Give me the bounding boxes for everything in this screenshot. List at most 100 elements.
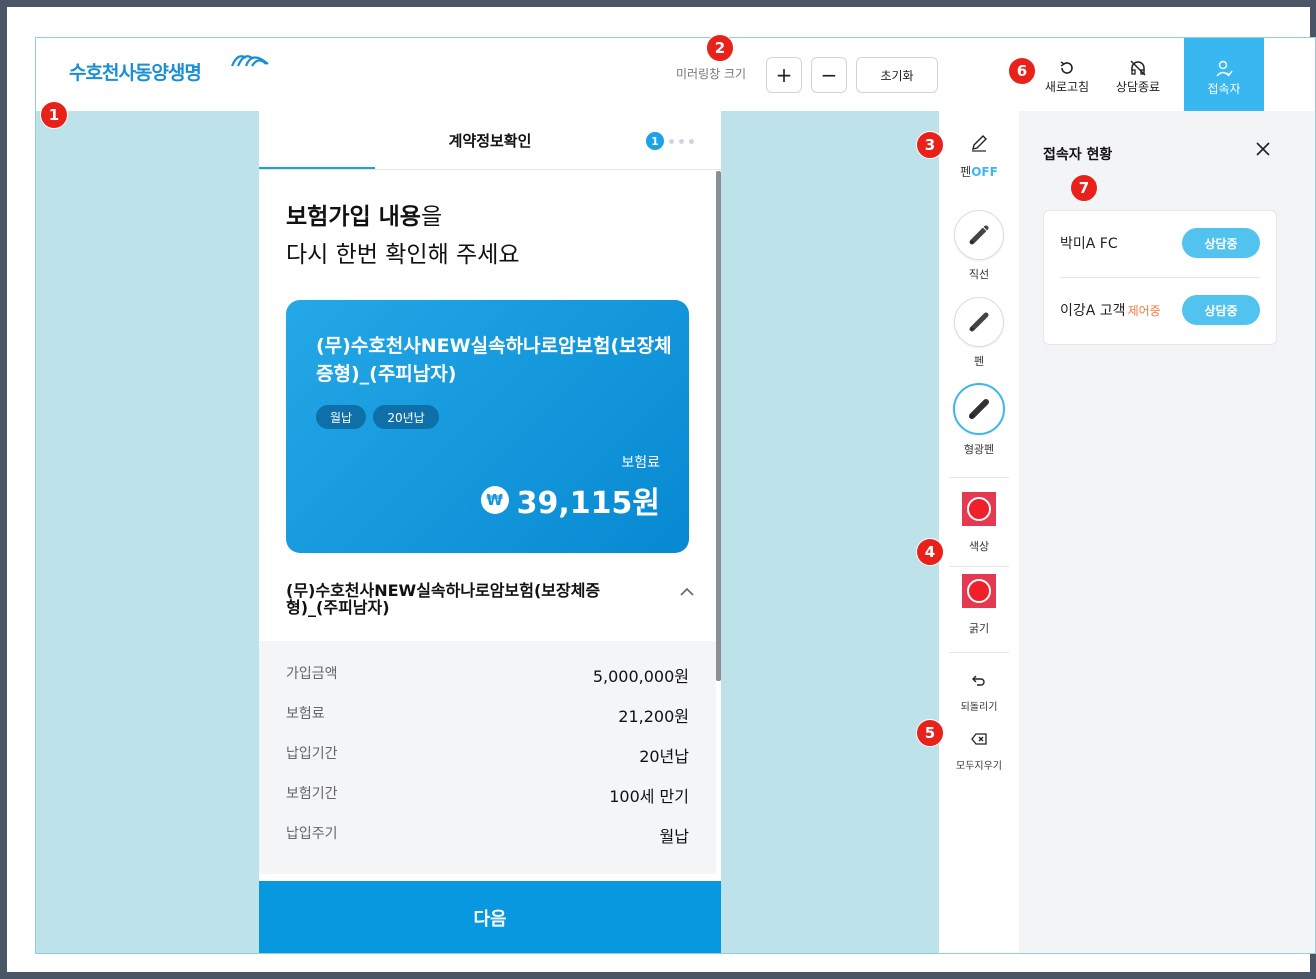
pen-toggle-prefix: 펜 [960, 165, 972, 179]
line-tool-button[interactable]: 직선 [939, 210, 1019, 282]
toolbar-divider [949, 652, 1009, 653]
clear-all-label: 모두지우기 [956, 761, 1002, 772]
participant-status-badge: 상담중 [1182, 228, 1260, 258]
card-premium-amount: 39,115원 [516, 486, 660, 521]
pen-tool-button[interactable]: 펜 [939, 297, 1019, 369]
phone-scrollbar[interactable] [716, 171, 721, 681]
annotation-badge: 5 [916, 719, 944, 747]
step-dot [669, 138, 674, 144]
step-dot [679, 138, 684, 144]
drawing-toolbar: 펜OFF 직선 펜 형광펜 색상 굵기 되돌리기 모두지우기 [939, 111, 1019, 953]
tab-underline [259, 167, 375, 169]
pencil-icon [939, 133, 1019, 157]
highlighter-icon [953, 383, 1005, 435]
participant-row: 이강A 고객 제어중 상담중 [1060, 295, 1260, 325]
detail-value: 21,200원 [618, 707, 689, 726]
annotation-badge: 2 [706, 34, 734, 62]
participant-name-text: 박미A FC [1060, 236, 1118, 252]
pen-icon [954, 297, 1004, 347]
toolbar-divider [949, 566, 1009, 567]
list-divider [1060, 277, 1260, 278]
detail-label: 납입주기 [286, 826, 338, 842]
clear-all-button[interactable]: 모두지우기 [939, 733, 1019, 772]
annotation-badge: 3 [916, 131, 944, 159]
detail-value: 월납 [659, 827, 689, 846]
participant-status-badge: 상담중 [1182, 295, 1260, 325]
mirroring-canvas: 수호천사동양생명 미러링창 크기 + − 초기화 새로고침 상담종료 접속자 계… [35, 37, 1316, 954]
detail-row: 보험료 21,200원 [286, 703, 689, 727]
participant-name-text: 이강A 고객 [1060, 303, 1126, 319]
thickness-dot [967, 579, 991, 603]
pen-toggle-state: OFF [971, 165, 998, 179]
color-dot [967, 497, 991, 521]
participants-label: 접속자 [1207, 82, 1241, 96]
participant-name: 박미A FC [1060, 233, 1120, 253]
thickness-swatch [962, 574, 996, 608]
headset-off-icon [1106, 58, 1170, 78]
color-picker-button[interactable]: 색상 [939, 492, 1019, 554]
panel-title: 접속자 현황 [1043, 147, 1113, 163]
line-tool-label: 직선 [968, 268, 990, 281]
annotation-badge: 1 [40, 101, 68, 129]
thickness-label: 굵기 [968, 622, 990, 635]
mirrored-phone-screen: 계약정보확인 1 보험가입 내용을 다시 한번 확인해 주세요 (무)수호천사N… [259, 111, 721, 953]
participants-button[interactable]: 접속자 [1184, 38, 1264, 111]
participant-name: 이강A 고객 제어중 [1060, 300, 1161, 320]
heading-suffix: 을 [420, 204, 443, 230]
detail-label: 가입금액 [286, 666, 338, 682]
step-current: 1 [646, 132, 664, 150]
toolbar-divider [949, 477, 1009, 478]
color-label: 색상 [968, 540, 990, 553]
undo-button[interactable]: 되돌리기 [939, 674, 1019, 713]
detail-row: 납입주기 월납 [286, 823, 689, 847]
participants-icon [1184, 38, 1264, 80]
detail-label: 보험기간 [286, 786, 338, 802]
card-premium-label: 보험료 [621, 455, 660, 471]
product-card: (무)수호천사NEW실속하나로암보험(보장체증형)_(주피남자) 월납 20년납… [286, 300, 689, 553]
top-bar: 수호천사동양생명 미러링창 크기 + − 초기화 새로고침 상담종료 접속자 [36, 38, 1315, 111]
close-icon[interactable] [1255, 141, 1271, 157]
pen-tool-label: 펜 [973, 355, 985, 368]
erase-icon [939, 733, 1019, 749]
detail-label: 납입기간 [286, 746, 338, 762]
end-consult-label: 상담종료 [1115, 80, 1161, 94]
product-name: (무)수호천사NEW실속하나로암보험(보장체증형)_(주피남자) [286, 581, 601, 617]
next-button[interactable]: 다음 [259, 881, 721, 953]
pen-toggle-button[interactable]: 펜OFF [939, 133, 1019, 180]
annotation-badge: 7 [1070, 174, 1098, 202]
mirror-size-label: 미러링창 크기 [676, 67, 747, 81]
page-heading-line2: 다시 한번 확인해 주세요 [286, 242, 520, 268]
detail-table: 가입금액 5,000,000원 보험료 21,200원 납입기간 20년납 보험기간 1… [259, 641, 716, 874]
chip-payment-period: 20년납 [373, 405, 439, 429]
refresh-button[interactable]: 새로고침 [1035, 58, 1099, 95]
end-consult-button[interactable]: 상담종료 [1106, 58, 1170, 95]
detail-value: 5,000,000원 [592, 667, 689, 686]
card-premium: ₩ 39,115원 [480, 478, 660, 522]
thickness-button[interactable]: 굵기 [939, 574, 1019, 636]
phone-header: 계약정보확인 1 [259, 111, 721, 170]
step-dot [689, 138, 694, 144]
undo-icon [939, 674, 1019, 690]
participants-list: 박미A FC 상담중 이강A 고객 제어중 상담중 [1043, 210, 1277, 345]
participant-tag: 제어중 [1127, 304, 1161, 318]
highlighter-tool-button[interactable]: 형광펜 [939, 383, 1019, 457]
step-indicator: 1 [646, 132, 694, 150]
heading-bold: 보험가입 내용 [286, 204, 421, 230]
annotation-badge: 6 [1008, 57, 1036, 85]
zoom-in-button[interactable]: + [766, 57, 802, 93]
reset-size-button[interactable]: 초기화 [856, 57, 938, 93]
detail-label: 보험료 [286, 706, 325, 722]
pen-toggle-label: 펜OFF [939, 163, 1019, 180]
zoom-out-button[interactable]: − [811, 57, 847, 93]
detail-value: 20년납 [639, 747, 689, 766]
detail-row: 납입기간 20년납 [286, 743, 689, 767]
brand-logo-text: 수호천사동양생명 [69, 62, 202, 84]
page-heading-line1: 보험가입 내용을 [286, 197, 442, 231]
detail-row: 보험기간 100세 만기 [286, 783, 689, 807]
chevron-up-icon[interactable] [679, 587, 695, 597]
chip-payment-cycle: 월납 [316, 405, 366, 429]
color-swatch [962, 492, 996, 526]
refresh-label: 새로고침 [1044, 80, 1090, 94]
logo-wave-icon [230, 55, 269, 67]
won-icon: ₩ [480, 486, 509, 514]
